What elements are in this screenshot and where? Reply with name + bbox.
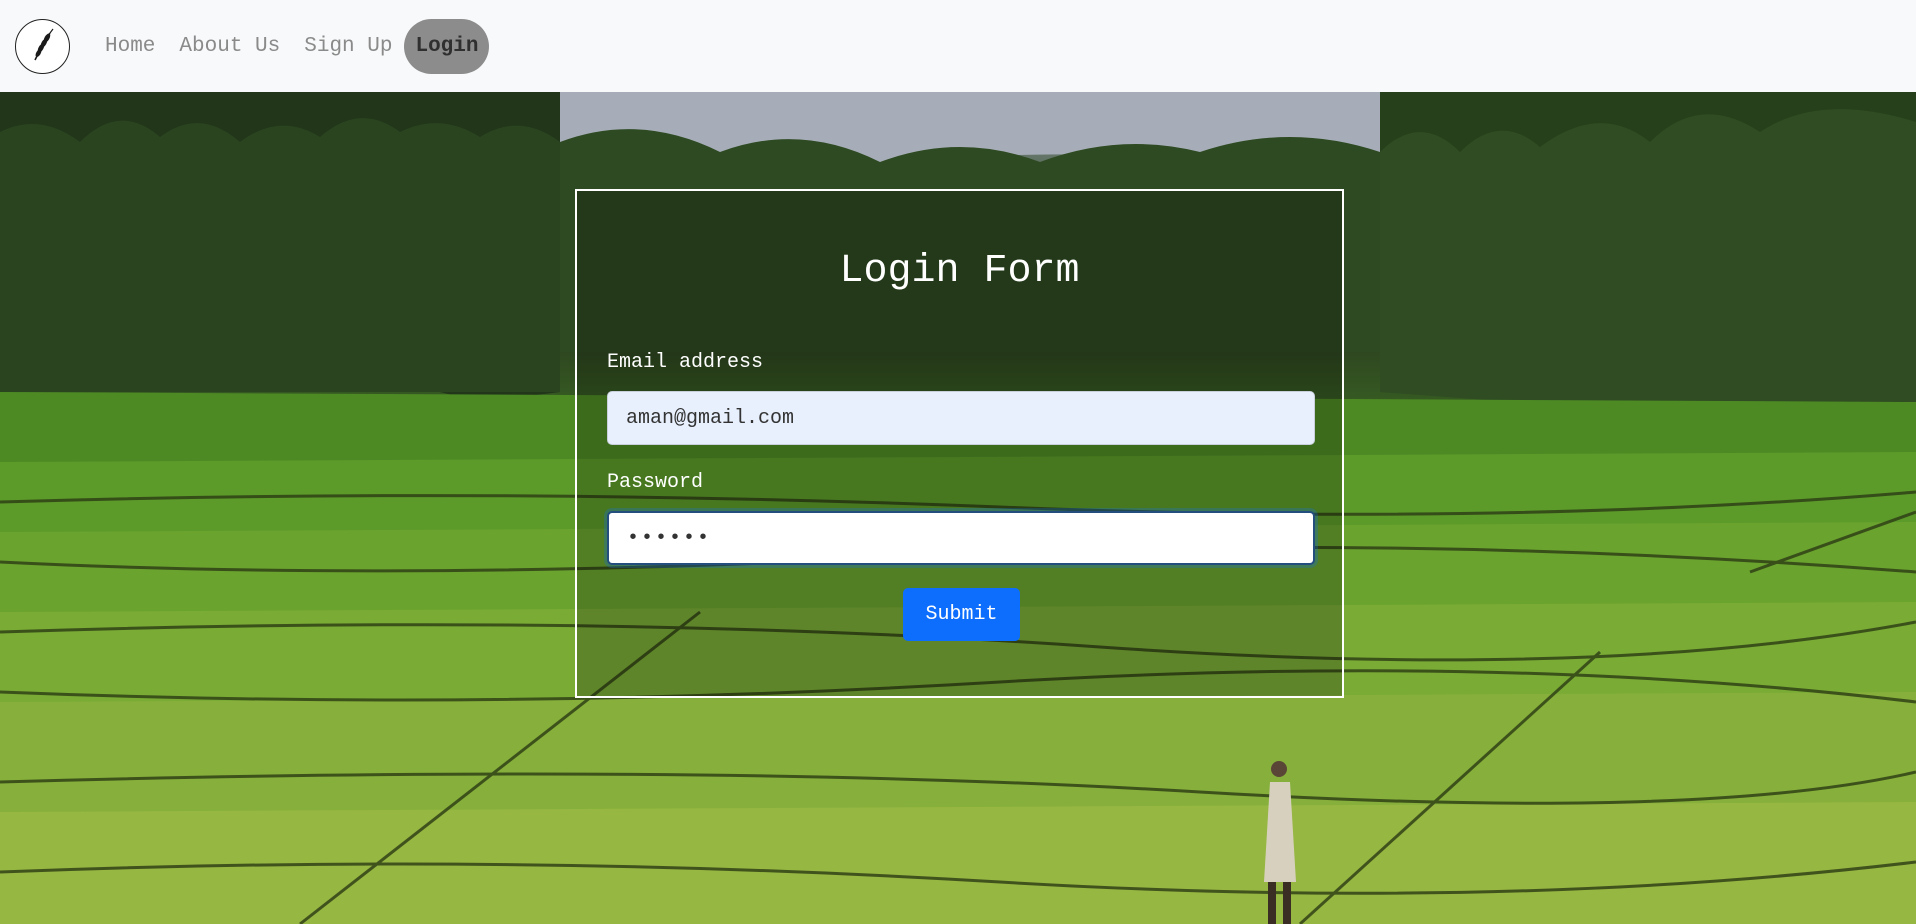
- password-input[interactable]: [607, 511, 1315, 565]
- nav-sign-up[interactable]: Sign Up: [292, 19, 404, 74]
- nav-home[interactable]: Home: [93, 19, 167, 74]
- nav-about-us[interactable]: About Us: [167, 19, 292, 74]
- wheat-icon[interactable]: [15, 18, 70, 74]
- login-card: Login Form Email address Password Submit: [575, 189, 1344, 698]
- email-label: Email address: [607, 351, 764, 374]
- top-navbar: Home About Us Sign Up Login: [0, 0, 1916, 92]
- submit-button[interactable]: Submit: [903, 588, 1020, 641]
- form-title: Login Form: [839, 249, 1080, 294]
- email-input[interactable]: [607, 391, 1315, 445]
- nav-login[interactable]: Login: [404, 18, 490, 74]
- password-label: Password: [607, 471, 704, 494]
